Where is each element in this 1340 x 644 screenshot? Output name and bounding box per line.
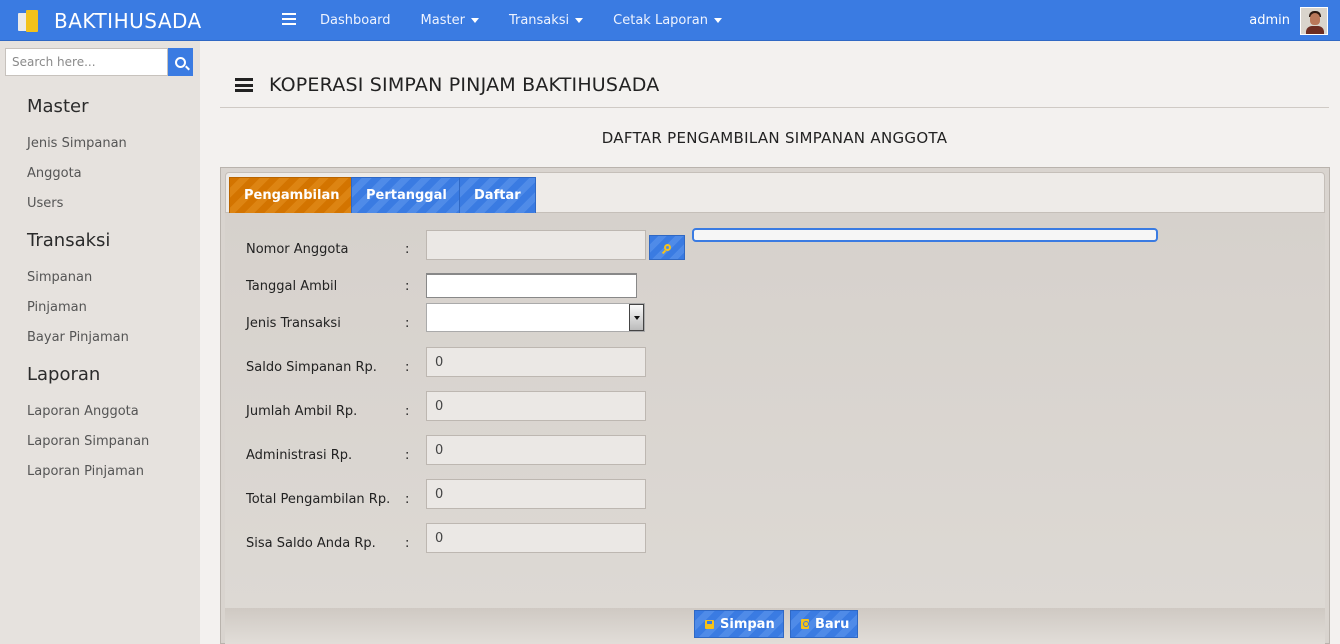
select-dropdown-button[interactable] (629, 304, 644, 331)
sidebar: Master Jenis Simpanan Anggota Users Tran… (0, 41, 200, 644)
sidebar-section-title: Transaksi (27, 230, 111, 251)
field-label: Saldo Simpanan Rp. (246, 360, 377, 375)
caret-down-icon (470, 18, 479, 23)
search-button[interactable] (168, 48, 193, 76)
total-pengambilan-input[interactable] (426, 479, 646, 509)
field-label: Sisa Saldo Anda Rp. (246, 536, 376, 551)
page-subtitle: DAFTAR PENGAMBILAN SIMPANAN ANGGOTA (601, 129, 948, 147)
sidebar-section-laporan: Laporan Laporan Anggota Laporan Simpanan… (27, 364, 149, 487)
field-label: Administrasi Rp. (246, 448, 353, 463)
saldo-simpanan-input[interactable] (426, 347, 646, 377)
jumlah-ambil-input[interactable] (426, 391, 646, 421)
form-actions: Simpan Baru (225, 608, 1325, 644)
sidebar-item-anggota[interactable]: Anggota (27, 159, 127, 189)
nav-link-master[interactable]: Master (421, 13, 479, 28)
page-header: KOPERASI SIMPAN PINJAM BAKTIHUSADA (220, 70, 1329, 108)
search-icon (175, 56, 186, 68)
sidebar-section-title: Master (27, 96, 89, 117)
nav-link-label: Transaksi (508, 13, 570, 28)
new-icon (801, 619, 809, 629)
save-button-label: Simpan (720, 616, 775, 632)
member-info-box (692, 228, 1158, 242)
sidebar-item-jenis-simpanan[interactable]: Jenis Simpanan (27, 129, 127, 159)
nomor-anggota-input[interactable] (426, 230, 646, 260)
top-navbar: BAKTIHUSADA Dashboard Master Transaksi C… (0, 0, 1340, 41)
save-icon (705, 619, 714, 629)
sidebar-item-laporan-pinjaman[interactable]: Laporan Pinjaman (27, 457, 149, 487)
chevron-down-icon (633, 315, 640, 320)
hamburger-icon (235, 78, 253, 92)
sidebar-section-transaksi: Transaksi Simpanan Pinjaman Bayar Pinjam… (27, 230, 129, 353)
sidebar-section-title: Laporan (27, 364, 101, 385)
field-label: Jumlah Ambil Rp. (246, 404, 358, 419)
page-title: KOPERASI SIMPAN PINJAM BAKTIHUSADA (269, 74, 660, 96)
sisa-saldo-input[interactable] (426, 523, 646, 553)
sidebar-section-master: Master Jenis Simpanan Anggota Users (27, 96, 127, 219)
field-colon: : (405, 316, 410, 331)
nav-link-dashboard[interactable]: Dashboard (320, 13, 391, 28)
tab-pengambilan[interactable]: Pengambilan (229, 177, 355, 214)
tanggal-ambil-input[interactable] (426, 273, 637, 298)
field-colon: : (405, 404, 410, 419)
new-button-label: Baru (815, 616, 850, 632)
menu-toggle-icon[interactable] (282, 13, 296, 27)
sidebar-item-pinjaman[interactable]: Pinjaman (27, 293, 129, 323)
nav-link-transaksi[interactable]: Transaksi (508, 13, 584, 28)
tab-pertanggal[interactable]: Pertanggal (351, 177, 462, 214)
caret-down-icon (575, 18, 584, 23)
brand-name: BAKTIHUSADA (54, 8, 202, 33)
caret-down-icon (713, 18, 722, 23)
brand[interactable]: BAKTIHUSADA (18, 0, 202, 41)
sidebar-item-simpanan[interactable]: Simpanan (27, 263, 129, 293)
field-colon: : (405, 279, 410, 294)
nav-link-label: Master (420, 13, 465, 28)
sidebar-item-bayar-pinjaman[interactable]: Bayar Pinjaman (27, 323, 129, 353)
tab-bar: Pengambilan Pertanggal Daftar (225, 172, 1325, 214)
field-colon: : (405, 448, 410, 463)
magnifier-icon (663, 244, 671, 251)
form-area: Nomor Anggota : Tanggal Ambil : Jenis Tr… (225, 213, 1325, 608)
field-colon: : (405, 536, 410, 551)
field-colon: : (405, 360, 410, 375)
avatar[interactable] (1300, 6, 1328, 35)
nav-menu: Dashboard Master Transaksi Cetak Laporan (320, 0, 752, 41)
field-colon: : (405, 242, 410, 257)
save-button[interactable]: Simpan (694, 610, 784, 638)
field-label: Total Pengambilan Rp. (246, 492, 391, 507)
user-menu[interactable]: admin (1249, 0, 1328, 41)
new-button[interactable]: Baru (790, 610, 859, 638)
user-name: admin (1249, 13, 1290, 28)
field-colon: : (405, 492, 410, 507)
book-logo-icon (18, 9, 42, 32)
tab-daftar[interactable]: Daftar (459, 177, 536, 214)
nav-link-label: Cetak Laporan (613, 13, 708, 28)
sidebar-item-laporan-anggota[interactable]: Laporan Anggota (27, 397, 149, 427)
sidebar-item-users[interactable]: Users (27, 189, 127, 219)
lookup-anggota-button[interactable] (649, 235, 685, 260)
field-label: Tanggal Ambil (246, 279, 338, 294)
nav-link-cetak-laporan[interactable]: Cetak Laporan (613, 13, 722, 28)
form-panel: Pengambilan Pertanggal Daftar Nomor Angg… (220, 167, 1330, 644)
administrasi-input[interactable] (426, 435, 646, 465)
field-label: Nomor Anggota (246, 242, 349, 257)
search-input[interactable] (5, 48, 168, 76)
field-label: Jenis Transaksi (246, 316, 341, 331)
nav-link-label: Dashboard (320, 13, 391, 28)
sidebar-search (5, 48, 193, 76)
jenis-transaksi-select[interactable] (426, 303, 645, 332)
sidebar-item-laporan-simpanan[interactable]: Laporan Simpanan (27, 427, 149, 457)
